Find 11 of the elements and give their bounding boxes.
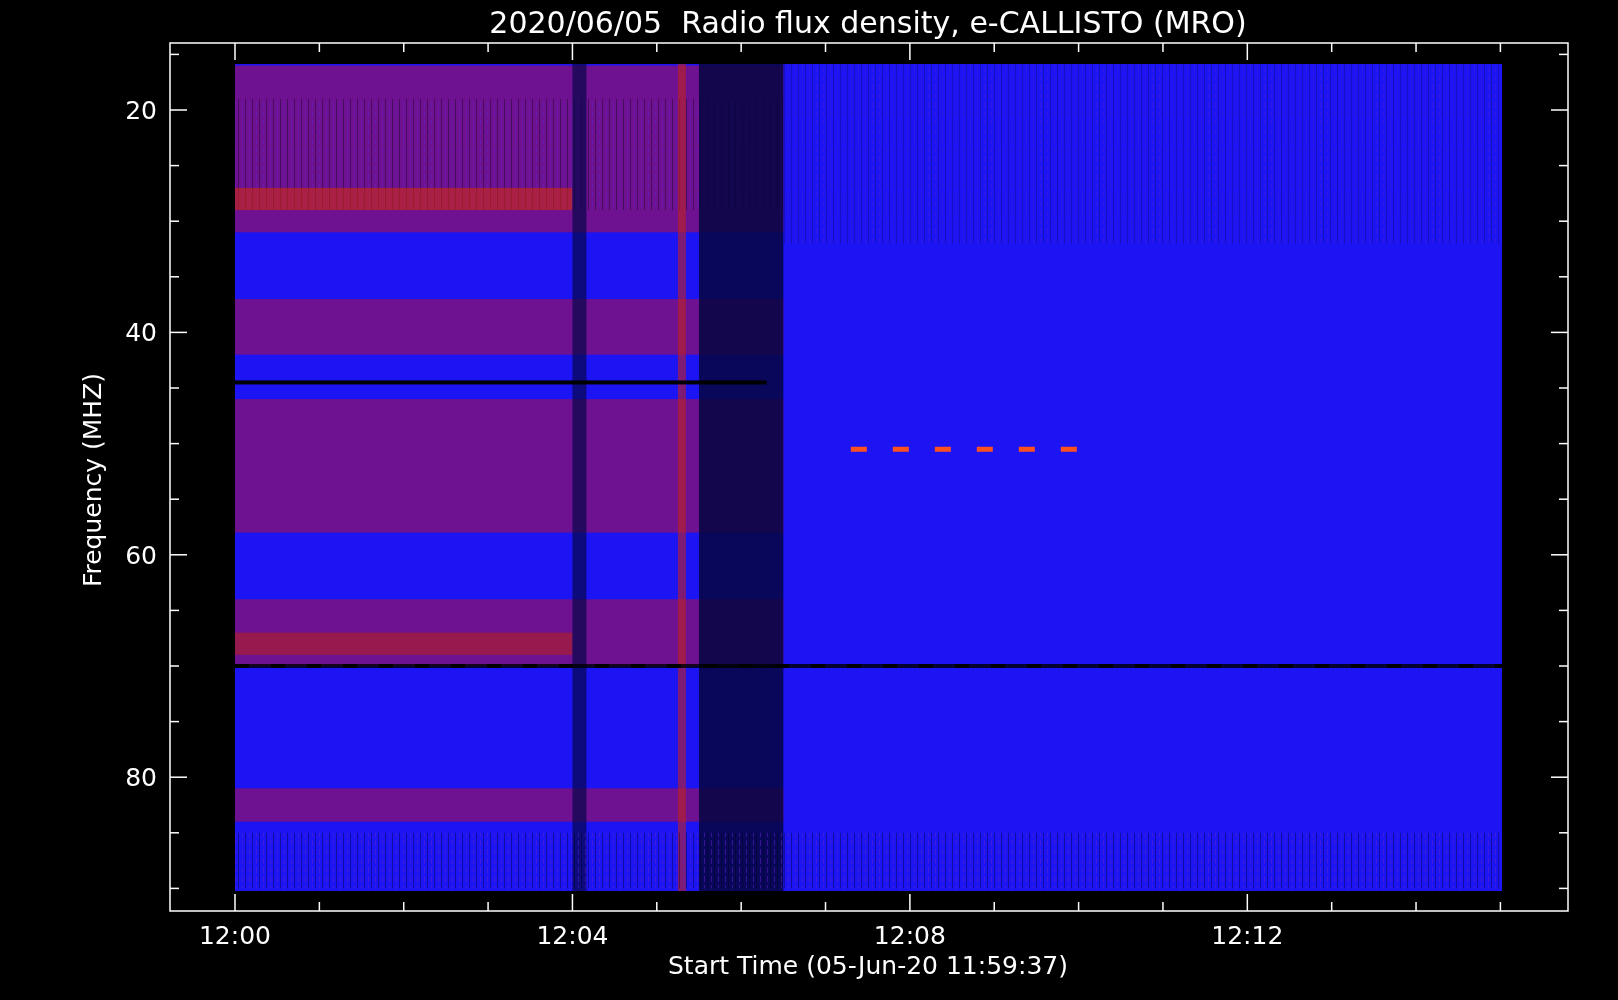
tick-label: 12:00 [199, 921, 271, 950]
tick-label: 12:12 [1211, 921, 1284, 950]
tick-label: 12:08 [873, 921, 946, 950]
tick-label: 12:04 [536, 921, 609, 950]
tick-label: 60 [125, 540, 157, 570]
axis-title: Frequency (MHZ) [78, 372, 107, 588]
tick-label: 20 [125, 96, 157, 125]
chart-title: 2020/06/05 Radio flux density, e-CALLISTO (MRO) [489, 5, 1247, 40]
axis-title: Start Time (05-Jun-20 11:59:37) [668, 951, 1068, 980]
tick-label: 40 [125, 318, 157, 348]
tick-label: 80 [125, 763, 157, 793]
